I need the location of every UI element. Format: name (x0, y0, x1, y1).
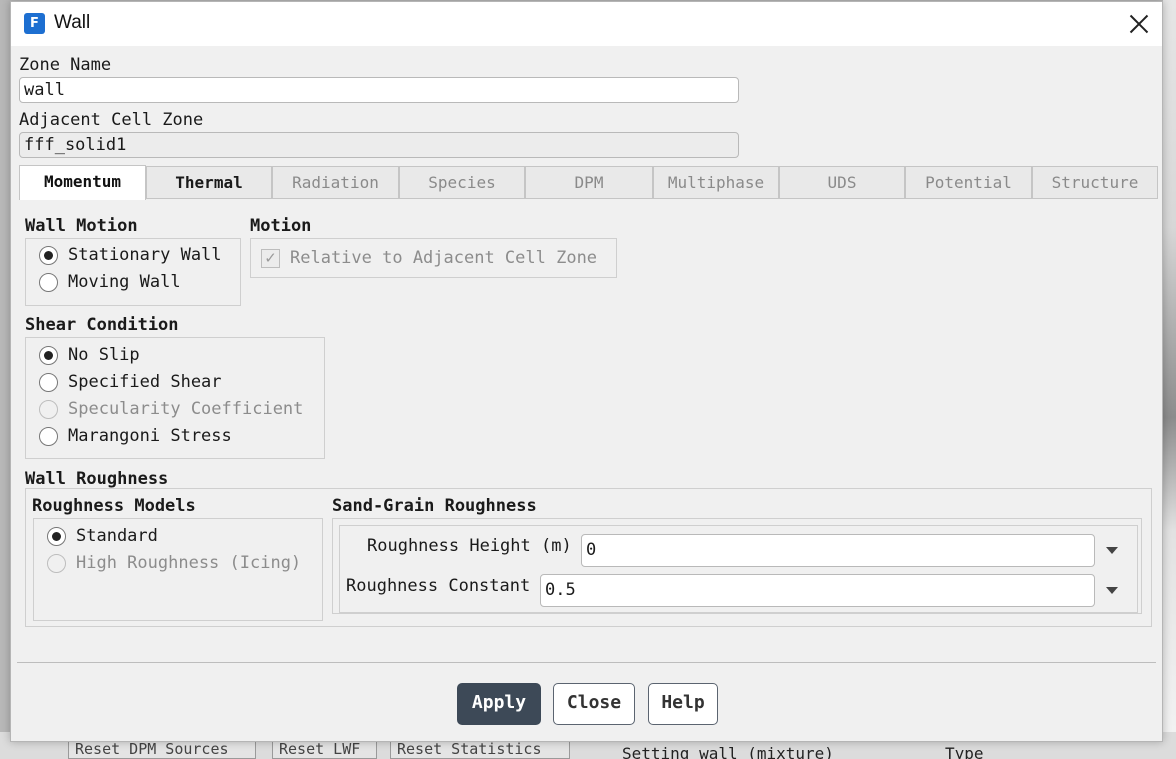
specularity-coefficient-radio (39, 400, 58, 419)
tab-thermal[interactable]: Thermal (146, 166, 272, 199)
standard-label: Standard (76, 526, 158, 546)
relative-to-adjacent-label: Relative to Adjacent Cell Zone (290, 248, 598, 268)
help-button[interactable]: Help (648, 683, 718, 725)
no-slip-label: No Slip (68, 345, 140, 365)
close-icon[interactable] (1126, 11, 1152, 37)
marangoni-stress-radio[interactable] (39, 427, 58, 446)
wall-roughness-group: Roughness Models Standard High Roughness… (25, 488, 1152, 627)
zone-name-label: Zone Name (19, 55, 112, 75)
high-roughness-label: High Roughness (Icing) (76, 553, 302, 573)
close-button[interactable]: Close (553, 683, 635, 725)
bg-reset-dpm-sources-button: Reset DPM Sources (68, 740, 256, 759)
tab-dpm: DPM (525, 166, 653, 199)
dialog-title: Wall (54, 12, 91, 33)
no-slip-radio[interactable] (39, 346, 58, 365)
tab-species: Species (399, 166, 525, 199)
dialog-body: Zone Name wall Adjacent Cell Zone fff_so… (11, 46, 1162, 741)
adjacent-cell-zone-field: fff_solid1 (19, 132, 739, 158)
tab-structure: Structure (1032, 166, 1158, 199)
adjacent-cell-zone-label: Adjacent Cell Zone (19, 110, 204, 130)
wall-motion-group: Stationary Wall Moving Wall (25, 238, 241, 306)
motion-group: ✓ Relative to Adjacent Cell Zone (250, 238, 617, 278)
moving-wall-radio[interactable] (39, 273, 58, 292)
apply-button[interactable]: Apply (457, 683, 541, 725)
tab-momentum[interactable]: Momentum (19, 165, 146, 200)
fluent-app-icon: F (24, 13, 45, 34)
moving-wall-label: Moving Wall (68, 272, 181, 292)
roughness-constant-label: Roughness Constant (346, 576, 531, 596)
roughness-constant-dropdown-icon[interactable] (1106, 587, 1118, 594)
roughness-models-group: Standard High Roughness (Icing) (33, 518, 323, 621)
roughness-height-label: Roughness Height (m) (367, 536, 572, 556)
sand-grain-roughness-heading: Sand-Grain Roughness (332, 496, 537, 516)
title-bar[interactable]: F Wall (11, 2, 1162, 46)
specified-shear-radio[interactable] (39, 373, 58, 392)
roughness-height-input[interactable]: 0 (581, 534, 1095, 567)
tab-radiation: Radiation (272, 166, 399, 199)
bg-console-text: Setting wall (mixture) (622, 744, 834, 759)
relative-checkbox: ✓ (261, 249, 280, 268)
wall-motion-heading: Wall Motion (25, 216, 138, 236)
bg-reset-statistics-button: Reset Statistics (390, 740, 570, 759)
wall-dialog: F Wall Zone Name wall Adjacent Cell Zone… (10, 1, 1163, 742)
roughness-height-dropdown-icon[interactable] (1106, 547, 1118, 554)
marangoni-stress-label: Marangoni Stress (68, 426, 232, 446)
roughness-models-heading: Roughness Models (32, 496, 196, 516)
roughness-constant-input[interactable]: 0.5 (540, 574, 1095, 607)
specified-shear-label: Specified Shear (68, 372, 222, 392)
specularity-coefficient-label: Specularity Coefficient (68, 399, 304, 419)
zone-name-input[interactable]: wall (19, 77, 739, 103)
shear-condition-heading: Shear Condition (25, 315, 179, 335)
high-roughness-radio (47, 554, 66, 573)
sand-grain-inner-group: Roughness Height (m) 0 Roughness Constan… (339, 525, 1138, 613)
sand-grain-roughness-group: Roughness Height (m) 0 Roughness Constan… (332, 518, 1142, 614)
tab-potential: Potential (905, 166, 1032, 199)
motion-heading: Motion (250, 216, 312, 236)
standard-radio[interactable] (47, 527, 66, 546)
stationary-wall-label: Stationary Wall (68, 245, 222, 265)
wall-roughness-heading: Wall Roughness (25, 469, 169, 489)
tab-uds: UDS (779, 166, 905, 199)
bg-type-label: Type (945, 744, 984, 759)
stationary-wall-radio[interactable] (39, 246, 58, 265)
tab-multiphase: Multiphase (653, 166, 779, 199)
bg-reset-lwf-button: Reset LWF (272, 740, 377, 759)
background-app-edge (1163, 0, 1176, 759)
shear-condition-group: No Slip Specified Shear Specularity Coef… (25, 337, 325, 459)
button-separator (17, 662, 1156, 663)
